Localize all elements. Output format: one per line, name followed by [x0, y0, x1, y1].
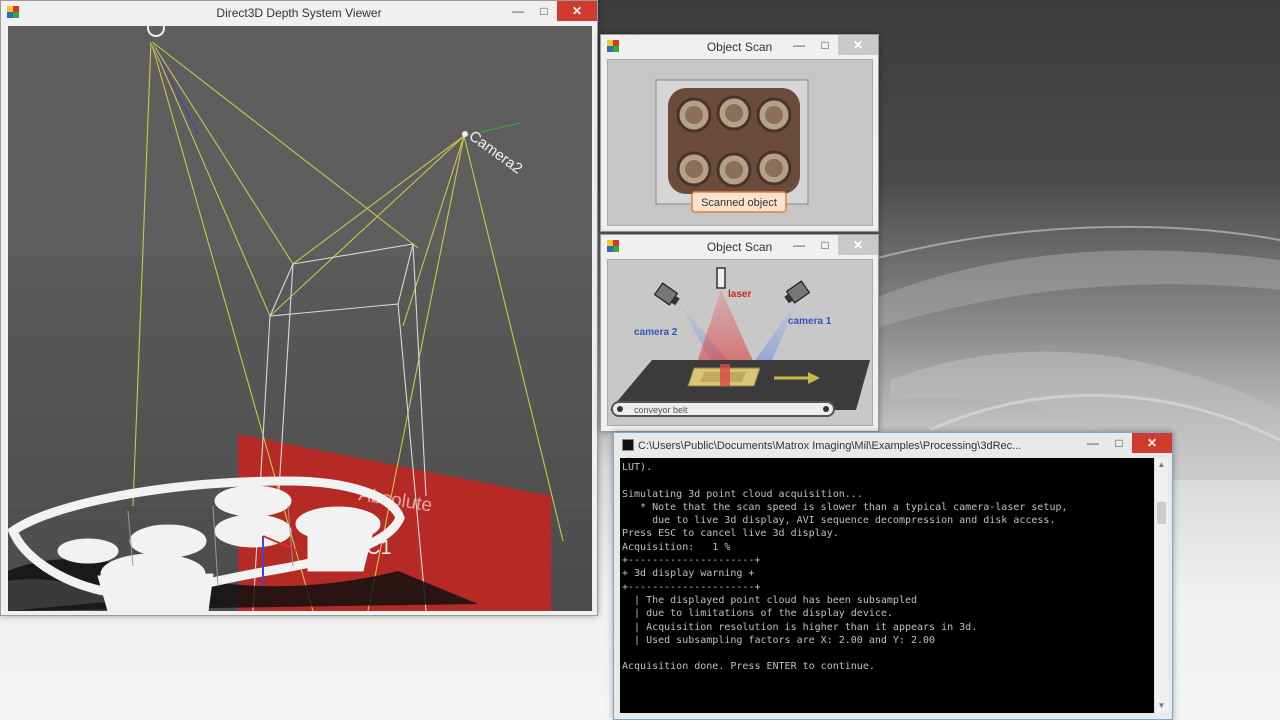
- close-icon[interactable]: ✕: [1132, 433, 1172, 453]
- scroll-thumb[interactable]: [1157, 502, 1166, 524]
- minimize-icon[interactable]: —: [786, 35, 812, 55]
- scroll-down-icon[interactable]: ▼: [1155, 699, 1168, 713]
- console-title: C:\Users\Public\Documents\Matrox Imaging…: [638, 440, 1022, 452]
- scan2-title-bar[interactable]: Object Scan — □ ✕: [601, 235, 878, 259]
- scan-setup-diagram: conveyor belt laser camera 2 camera 1: [607, 259, 873, 426]
- object-scan-window-diagram[interactable]: Object Scan — □ ✕ conveyor belt laser ca…: [600, 234, 879, 432]
- scanned-object-tooltip: Scanned object: [701, 197, 777, 209]
- laser-label: laser: [728, 289, 751, 300]
- minimize-icon[interactable]: —: [786, 235, 812, 255]
- maximize-icon[interactable]: □: [531, 1, 557, 21]
- camera2-marker: [462, 131, 468, 137]
- scroll-up-icon[interactable]: ▲: [1155, 458, 1168, 472]
- console-icon: [622, 439, 634, 451]
- camera2-label: camera 2: [634, 327, 678, 338]
- 3d-viewport[interactable]: Absolute Camera2 C1: [8, 26, 592, 611]
- close-icon[interactable]: ✕: [557, 1, 597, 21]
- console-title-bar[interactable]: C:\Users\Public\Documents\Matrox Imaging…: [614, 433, 1172, 457]
- laser-device: [716, 267, 726, 289]
- minimize-icon[interactable]: —: [505, 1, 531, 21]
- console-scrollbar[interactable]: ▲ ▼: [1154, 458, 1168, 713]
- console-output[interactable]: LUT). Simulating 3d point cloud acquisit…: [620, 458, 1154, 713]
- depth-viewer-window[interactable]: Direct3D Depth System Viewer — □ ✕ Absol…: [0, 0, 598, 616]
- viewer-title-bar[interactable]: Direct3D Depth System Viewer — □ ✕: [1, 1, 597, 25]
- console-text: LUT). Simulating 3d point cloud acquisit…: [622, 462, 1068, 673]
- console-window[interactable]: C:\Users\Public\Documents\Matrox Imaging…: [613, 432, 1173, 720]
- scan1-title-bar[interactable]: Object Scan — □ ✕: [601, 35, 878, 59]
- object-scan-window-photo[interactable]: Object Scan — □ ✕ Scanned object: [600, 34, 879, 232]
- close-icon[interactable]: ✕: [838, 35, 878, 55]
- close-icon[interactable]: ✕: [838, 235, 878, 255]
- maximize-icon[interactable]: □: [1106, 433, 1132, 453]
- conveyor-belt-label: conveyor belt: [634, 405, 688, 415]
- maximize-icon[interactable]: □: [812, 35, 838, 55]
- maximize-icon[interactable]: □: [812, 235, 838, 255]
- minimize-icon[interactable]: —: [1080, 433, 1106, 453]
- scanned-object-view: Scanned object: [607, 59, 873, 226]
- c1-label: C1: [366, 537, 392, 559]
- camera1-label: camera 1: [788, 316, 832, 327]
